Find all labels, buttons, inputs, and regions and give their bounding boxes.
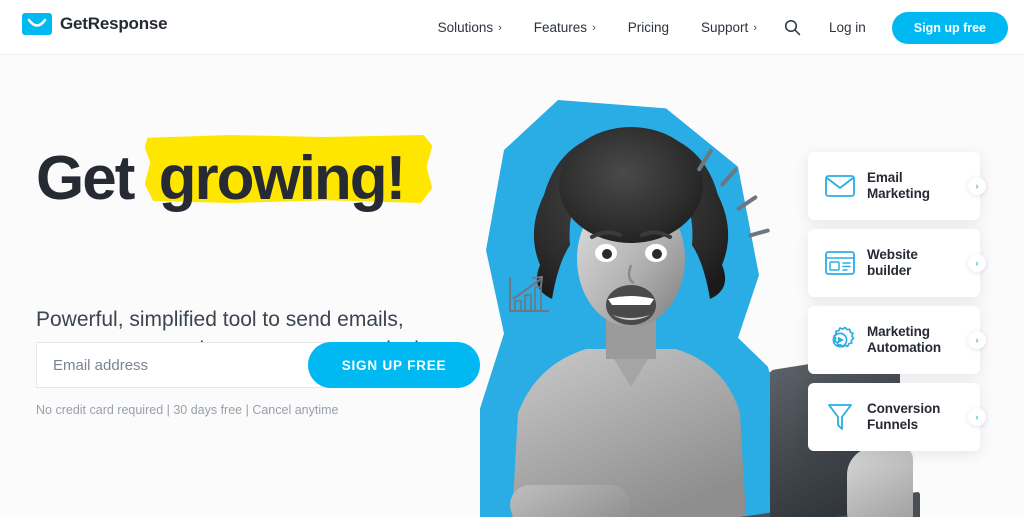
feature-card-label: Website builder [867,247,918,280]
signup-free-button[interactable]: Sign up free [891,11,1008,44]
nav-label: Support [701,20,749,35]
nav-item-features[interactable]: Features › [518,0,612,55]
subheading-line-1: Powerful, simplified tool to send emails… [36,308,404,331]
funnel-icon [824,401,856,433]
headline-highlight-text: growing! [158,144,407,213]
feature-card-list: Email Marketing › Website builder › Mark… [808,152,986,451]
feature-label-line2: Marketing [867,186,930,201]
feature-label-line2: builder [867,263,912,278]
headline-plain: Get [36,144,149,213]
feature-label-line1: Website [867,246,918,262]
feature-card-marketing-automation[interactable]: Marketing Automation › [808,306,986,374]
chevron-right-icon[interactable]: › [968,331,986,349]
signup-form: SIGN UP FREE [36,342,480,388]
chevron-right-icon[interactable]: › [968,254,986,272]
hero-signup-button[interactable]: SIGN UP FREE [308,342,480,388]
chevron-right-icon: › [753,21,757,34]
chevron-right-icon: › [498,21,502,34]
chevron-right-icon: › [592,21,596,34]
brand-logo[interactable]: GetResponse [22,13,168,35]
feature-label-line2: Automation [867,340,941,355]
feature-card-conversion-funnels[interactable]: Conversion Funnels › [808,383,986,451]
envelope-icon [824,170,856,202]
feature-label-line2: Funnels [867,417,919,432]
chevron-right-icon[interactable]: › [968,177,986,195]
feature-card-label: Marketing Automation [867,324,941,357]
forearm [510,485,630,517]
hero-headline: Get growing! [36,135,433,210]
website-builder-icon [824,247,856,279]
nav-item-pricing[interactable]: Pricing [612,0,685,55]
brand-name: GetResponse [60,14,168,33]
nav-label: Pricing [627,20,669,35]
hero-section: Get growing! Powerful, simplified tool t… [0,55,1024,517]
nav-label: Solutions [437,20,494,35]
landing-page: GetResponse Solutions › Features › Prici… [0,0,1024,517]
chevron-right-icon[interactable]: › [968,408,986,426]
envelope-icon [22,13,52,35]
nav-item-solutions[interactable]: Solutions › [422,0,518,55]
feature-card-label: Email Marketing [867,170,930,203]
gear-play-icon [824,324,856,356]
feature-label-line1: Email [867,169,903,185]
feature-card-email-marketing[interactable]: Email Marketing › [808,152,986,220]
headline-highlight: growing! [144,135,433,210]
growth-chart-doodle-icon [509,275,549,312]
feature-card-label: Conversion Funnels [867,401,940,434]
nav-label: Features [533,20,588,35]
feature-label-line1: Conversion [867,400,941,416]
login-link[interactable]: Log in [813,0,882,55]
main-navigation: Solutions › Features › Pricing Support › [422,0,1008,55]
nav-item-support[interactable]: Support › [685,0,773,55]
site-header: GetResponse Solutions › Features › Prici… [0,0,1024,55]
email-input[interactable] [36,342,350,388]
signup-disclaimer: No credit card required | 30 days free |… [36,403,339,417]
feature-card-website-builder[interactable]: Website builder › [808,229,986,297]
search-icon[interactable] [773,0,813,55]
hand-holding-laptop [847,447,913,517]
feature-label-line1: Marketing [867,323,930,339]
